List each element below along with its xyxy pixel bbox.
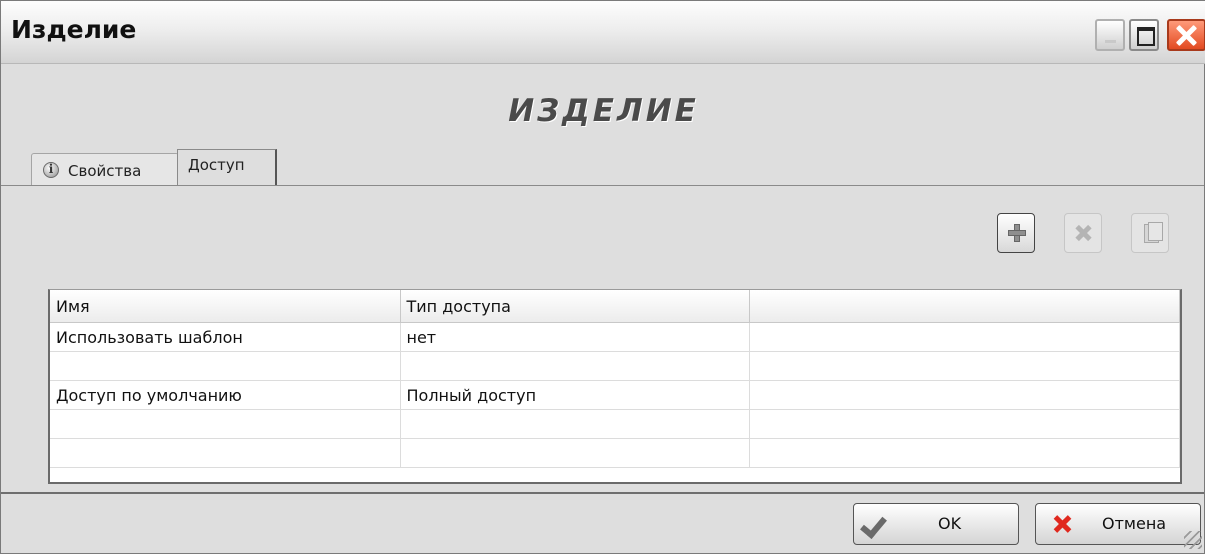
ok-button-label: OK	[938, 514, 962, 533]
tab-properties[interactable]: Свойства	[31, 153, 179, 185]
cancel-x-icon	[1054, 514, 1070, 534]
cell-name: Доступ по умолчанию	[50, 380, 401, 410]
window-title: Изделие	[11, 15, 137, 44]
cell-extra	[749, 322, 1180, 352]
cell-access-type	[400, 351, 750, 381]
dialog-window: Изделие ИЗДЕЛИЕ Свойства Доступ	[0, 0, 1205, 554]
cell-access-type: Полный доступ	[400, 380, 750, 410]
add-button[interactable]	[997, 213, 1035, 253]
cell-name	[50, 438, 401, 468]
column-header-extra[interactable]	[749, 290, 1180, 323]
column-header-access-type[interactable]: Тип доступа	[400, 290, 750, 323]
cell-name: Использовать шаблон	[50, 322, 401, 352]
cell-extra	[749, 380, 1180, 410]
access-grid[interactable]: Имя Тип доступа Использовать шаблон нет	[48, 289, 1182, 484]
grid-header-row: Имя Тип доступа	[50, 290, 1180, 323]
info-icon	[43, 162, 59, 178]
resize-grip-icon[interactable]	[1184, 531, 1202, 549]
tab-access-label: Доступ	[188, 156, 245, 174]
title-bar[interactable]: Изделие	[1, 1, 1205, 64]
close-icon[interactable]	[1167, 19, 1205, 51]
properties-button[interactable]	[1131, 213, 1169, 253]
cell-extra	[749, 351, 1180, 381]
cell-extra	[749, 438, 1180, 468]
checkmark-icon	[860, 510, 887, 540]
cell-access-type: нет	[400, 322, 750, 352]
ok-button[interactable]: OK	[853, 503, 1019, 545]
cell-access-type	[400, 438, 750, 468]
table-row[interactable]: Использовать шаблон нет	[50, 322, 1180, 352]
tab-access[interactable]: Доступ	[177, 149, 277, 187]
column-header-name[interactable]: Имя	[50, 290, 401, 323]
cell-name	[50, 409, 401, 439]
minimize-icon[interactable]	[1095, 19, 1125, 51]
table-row[interactable]	[50, 438, 1180, 468]
maximize-icon[interactable]	[1129, 19, 1159, 51]
delete-button[interactable]	[1064, 213, 1102, 253]
cancel-button-label: Отмена	[1102, 514, 1167, 533]
cancel-button[interactable]: Отмена	[1035, 503, 1201, 545]
table-row[interactable]	[50, 351, 1180, 381]
table-row[interactable]: Доступ по умолчанию Полный доступ	[50, 380, 1180, 410]
tab-properties-label: Свойства	[68, 162, 142, 180]
cell-name	[50, 351, 401, 381]
cell-extra	[749, 409, 1180, 439]
object-type-heading: ИЗДЕЛИЕ	[508, 93, 699, 129]
table-row[interactable]	[50, 409, 1180, 439]
cell-access-type	[400, 409, 750, 439]
